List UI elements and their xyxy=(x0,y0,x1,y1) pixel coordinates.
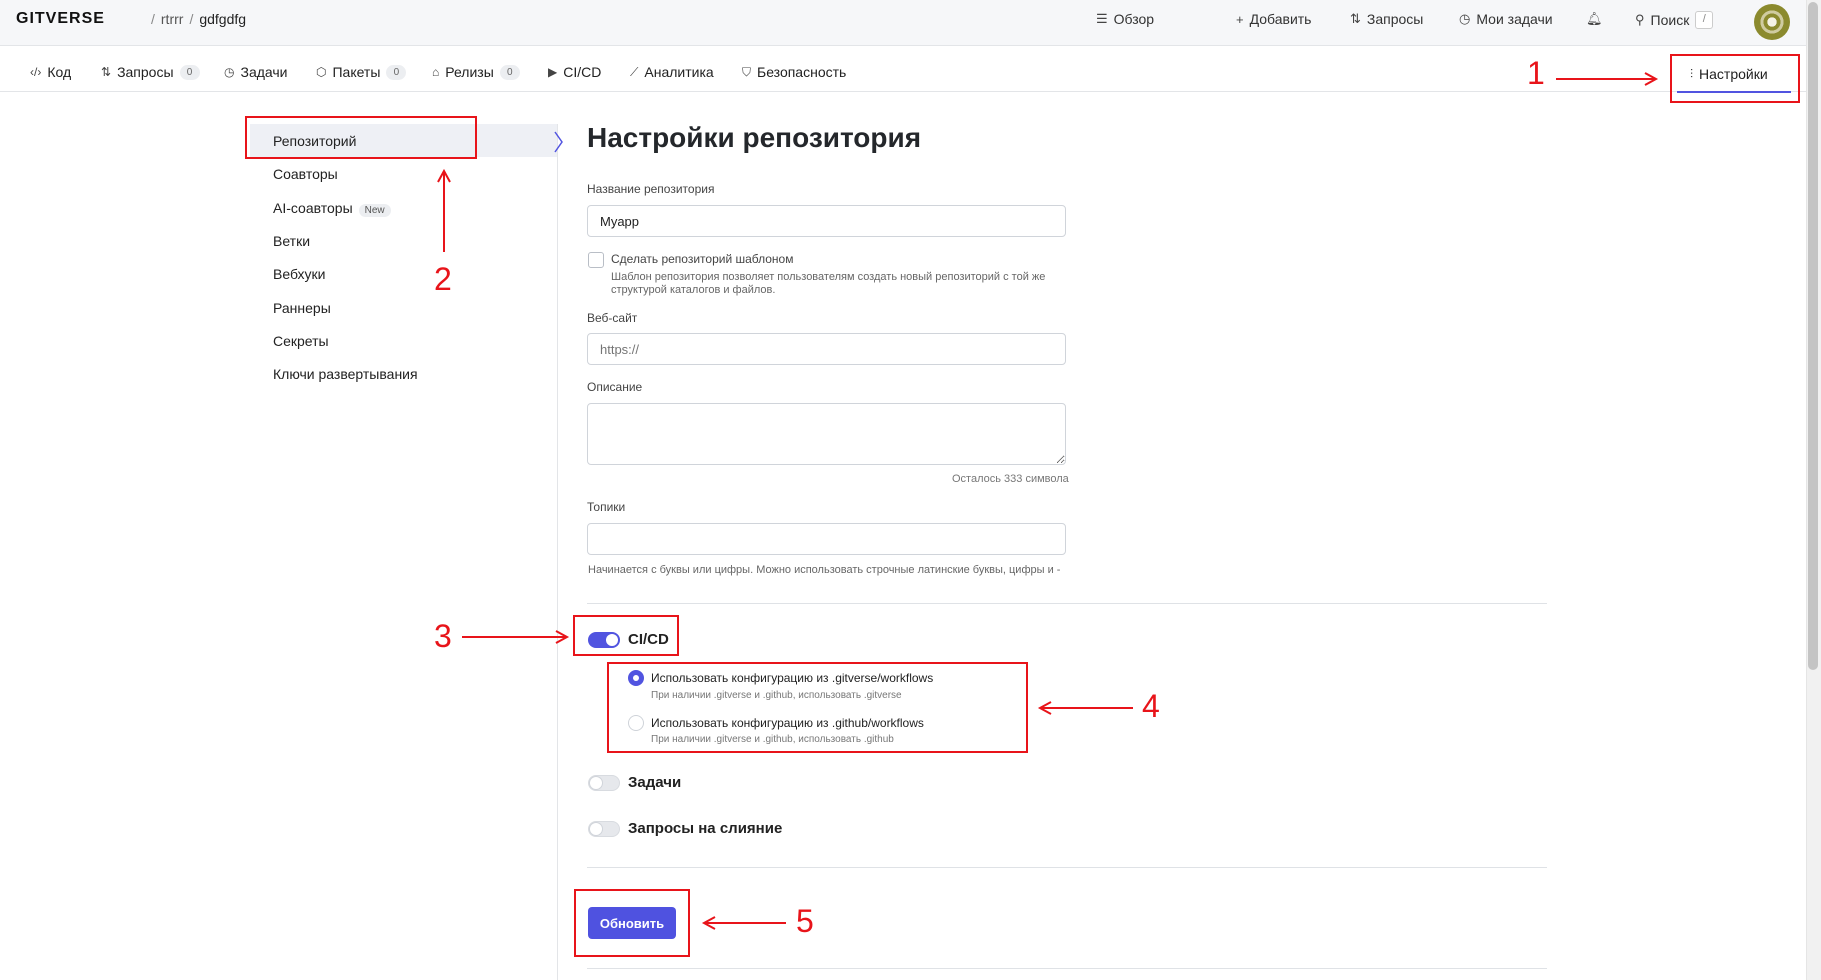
arrow-1-icon xyxy=(1556,72,1659,86)
scrollbar-thumb[interactable] xyxy=(1808,2,1818,670)
arrow-2-icon xyxy=(437,168,451,252)
arrow-3-icon xyxy=(462,630,570,644)
arrow-5-icon xyxy=(701,916,786,930)
annotation-arrows xyxy=(437,72,1659,930)
arrow-4-icon xyxy=(1037,701,1133,715)
